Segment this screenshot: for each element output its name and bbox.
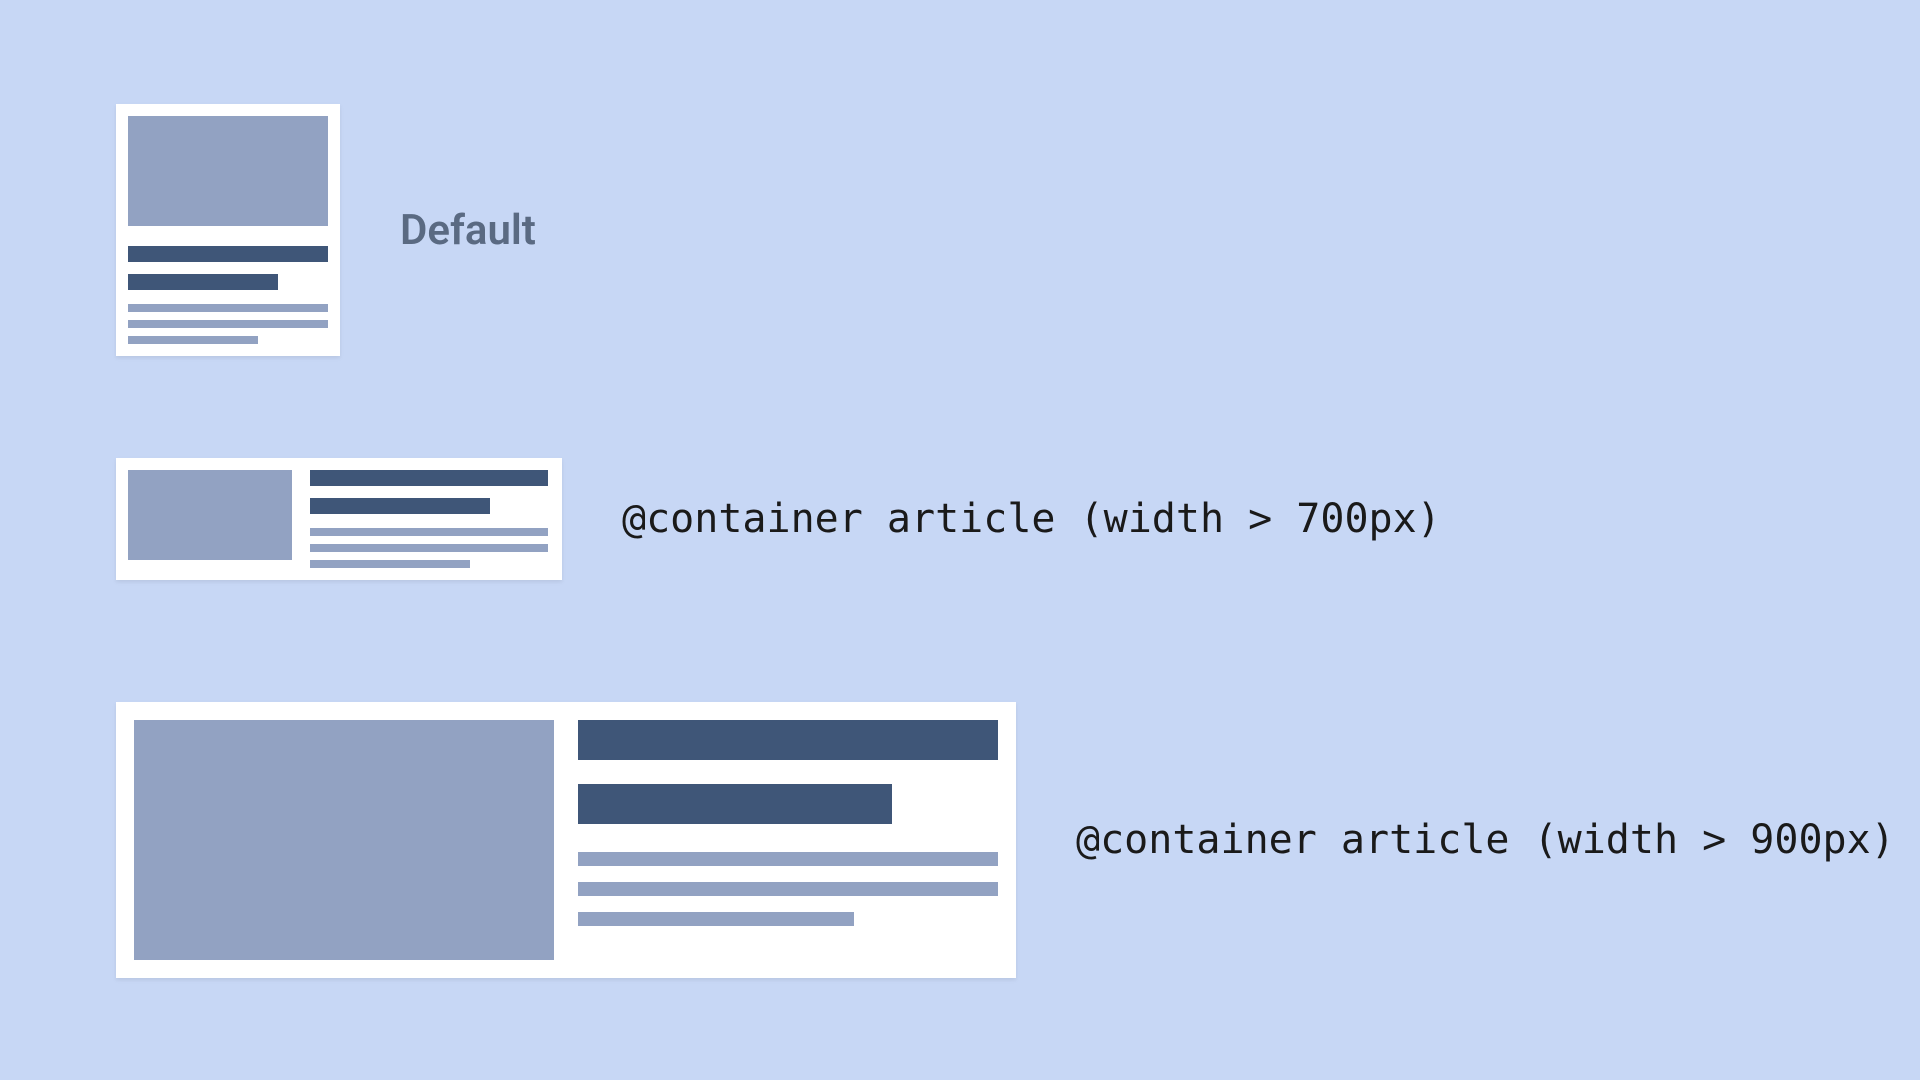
article-card-700 [116, 458, 562, 580]
title-bar [128, 246, 328, 262]
title-bar [128, 274, 278, 290]
article-content [128, 246, 328, 344]
body-bar [578, 912, 854, 926]
label-default: Default [400, 206, 536, 255]
label-container-query-900: @container article (width > 900px) [1076, 817, 1895, 863]
label-container-query-700: @container article (width > 700px) [622, 496, 1441, 542]
body-bar [128, 304, 328, 312]
article-content [578, 720, 998, 960]
body-bar [578, 852, 998, 866]
breakpoint-row-700: @container article (width > 700px) [116, 458, 1441, 580]
title-bar [310, 498, 490, 514]
article-thumbnail [128, 470, 292, 560]
article-card-default [116, 104, 340, 356]
body-bar [128, 320, 328, 328]
body-bar [310, 544, 548, 552]
article-thumbnail [134, 720, 554, 960]
body-bar [128, 336, 258, 344]
body-bar [578, 882, 998, 896]
article-card-900 [116, 702, 1016, 978]
article-thumbnail [128, 116, 328, 226]
body-bar [310, 560, 470, 568]
title-bar [578, 720, 998, 760]
body-bar [310, 528, 548, 536]
breakpoint-row-900: @container article (width > 900px) [116, 702, 1895, 978]
article-content [310, 470, 550, 568]
title-bar [578, 784, 892, 824]
title-bar [310, 470, 548, 486]
breakpoint-row-default: Default [116, 104, 536, 356]
